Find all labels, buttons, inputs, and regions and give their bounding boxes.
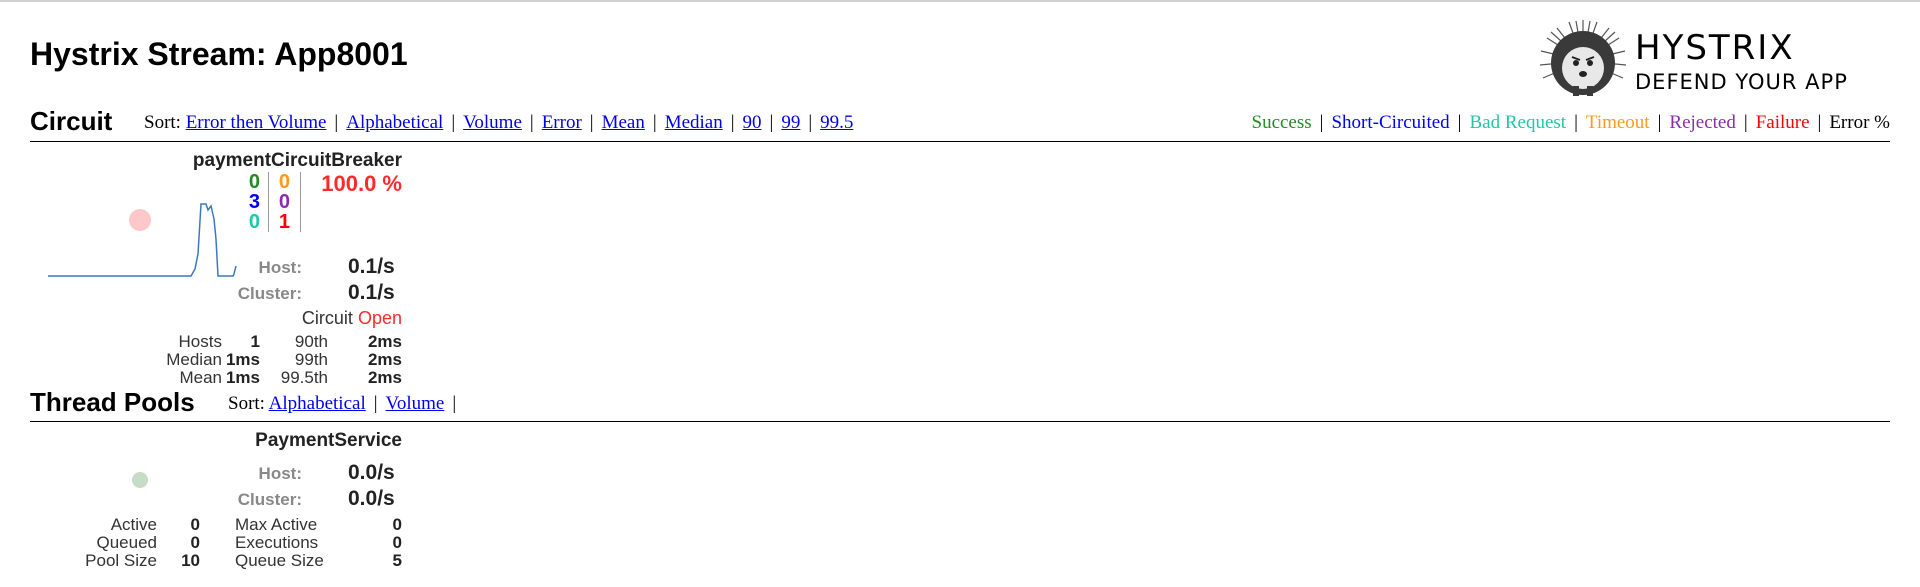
- circuit-card-paymentCircuitBreaker: paymentCircuitBreaker 0 3 0 0 0 1 100.0 …: [30, 144, 402, 384]
- queued-value: 0: [190, 533, 200, 552]
- legend-failure: Failure: [1755, 112, 1810, 133]
- executions-label: Executions: [235, 533, 319, 552]
- hedgehog-icon: [1539, 20, 1627, 96]
- host-rate-value: 0.1/s: [348, 255, 395, 278]
- pool-size-value: 10: [181, 551, 200, 570]
- pool-cluster-rate-label: Cluster:: [237, 490, 302, 509]
- thread-pools-section-title: Thread Pools: [30, 387, 195, 417]
- legend-bad-request: Bad Request: [1469, 112, 1567, 133]
- circuit-sort-bar: Sort: Error then Volume | Alphabetical | Vol…: [144, 112, 854, 133]
- median-value: 1ms: [225, 350, 260, 369]
- circuit-name: paymentCircuitBreaker: [192, 150, 402, 171]
- sort-median[interactable]: Median: [665, 112, 723, 133]
- sort-volume[interactable]: Volume: [463, 112, 522, 133]
- pool-sort-label: Sort:: [228, 393, 265, 414]
- circuit-divider: [30, 141, 1890, 142]
- pool-sort-alphabetical[interactable]: Alphabetical: [269, 393, 366, 414]
- page-title: Hystrix Stream: App8001: [30, 36, 408, 72]
- queue-size-label: Queue Size: [235, 551, 324, 570]
- legend-rejected: Rejected: [1669, 112, 1736, 133]
- active-label: Active: [110, 515, 157, 534]
- sort-error[interactable]: Error: [542, 112, 582, 133]
- mean-value: 1ms: [225, 368, 260, 384]
- p90-value: 2ms: [367, 332, 402, 351]
- p99-label: 99th: [294, 350, 328, 369]
- cluster-rate-value: 0.1/s: [348, 281, 395, 304]
- sort-label: Sort:: [144, 112, 181, 133]
- sort-90[interactable]: 90: [743, 112, 762, 133]
- pool-host-rate-value: 0.0/s: [348, 461, 395, 484]
- count-bad-request: 0: [248, 211, 260, 233]
- circuit-status-value: Open: [357, 308, 402, 328]
- p90-label: 90th: [294, 332, 328, 351]
- queue-size-value: 5: [392, 551, 402, 570]
- sort-error-then-volume[interactable]: Error then Volume: [186, 112, 327, 133]
- executions-value: 0: [392, 533, 402, 552]
- sort-99[interactable]: 99: [781, 112, 800, 133]
- pool-sort-volume[interactable]: Volume: [386, 393, 445, 414]
- count-separator-2: [300, 172, 301, 232]
- legend-error-pct: Error %: [1829, 112, 1890, 133]
- sort-99-5[interactable]: 99.5: [820, 112, 853, 133]
- legend-timeout: Timeout: [1585, 112, 1650, 133]
- cluster-rate-label: Cluster:: [237, 284, 302, 303]
- thread-pool-name: PaymentService: [255, 430, 402, 451]
- queued-label: Queued: [96, 533, 158, 552]
- circuit-status-label: Circuit: [301, 308, 353, 328]
- p99-value: 2ms: [367, 350, 402, 369]
- active-value: 0: [190, 515, 200, 534]
- host-rate-label: Host:: [258, 258, 302, 277]
- pool-size-label: Pool Size: [85, 551, 157, 570]
- logo-title: HYSTRIX: [1635, 28, 1795, 68]
- hosts-value: 1: [250, 332, 260, 351]
- pool-cluster-rate-value: 0.0/s: [348, 487, 395, 510]
- circuit-status: Circuit Open: [302, 308, 402, 329]
- max-active-label: Max Active: [235, 515, 318, 534]
- thread-pools-divider: [30, 421, 1890, 422]
- sort-alphabetical[interactable]: Alphabetical: [346, 112, 443, 133]
- legend-short-circuited: Short-Circuited: [1331, 112, 1450, 133]
- status-legend: Success | Short-Circuited | Bad Request | Time…: [1251, 112, 1891, 133]
- thread-pool-card-PaymentService: PaymentService Host: 0.0/s Cluster: 0.0/…: [30, 424, 402, 574]
- p995-value: 2ms: [367, 368, 402, 384]
- legend-success: Success: [1251, 112, 1312, 133]
- thread-pool-sort-bar: Sort: Alphabetical | Volume |: [228, 393, 457, 414]
- error-percentage: 100.0 %: [321, 171, 402, 196]
- top-border: [0, 0, 1920, 2]
- count-failure: 1: [278, 211, 290, 233]
- max-active-value: 0: [392, 515, 402, 534]
- sort-mean[interactable]: Mean: [602, 112, 645, 133]
- p995-label: 99.5th: [280, 368, 328, 384]
- pool-host-rate-label: Host:: [258, 464, 302, 483]
- thread-pool-health-bubble: [132, 472, 148, 488]
- logo-tagline: DEFEND YOUR APP: [1635, 70, 1848, 94]
- circuit-section-title: Circuit: [30, 106, 113, 136]
